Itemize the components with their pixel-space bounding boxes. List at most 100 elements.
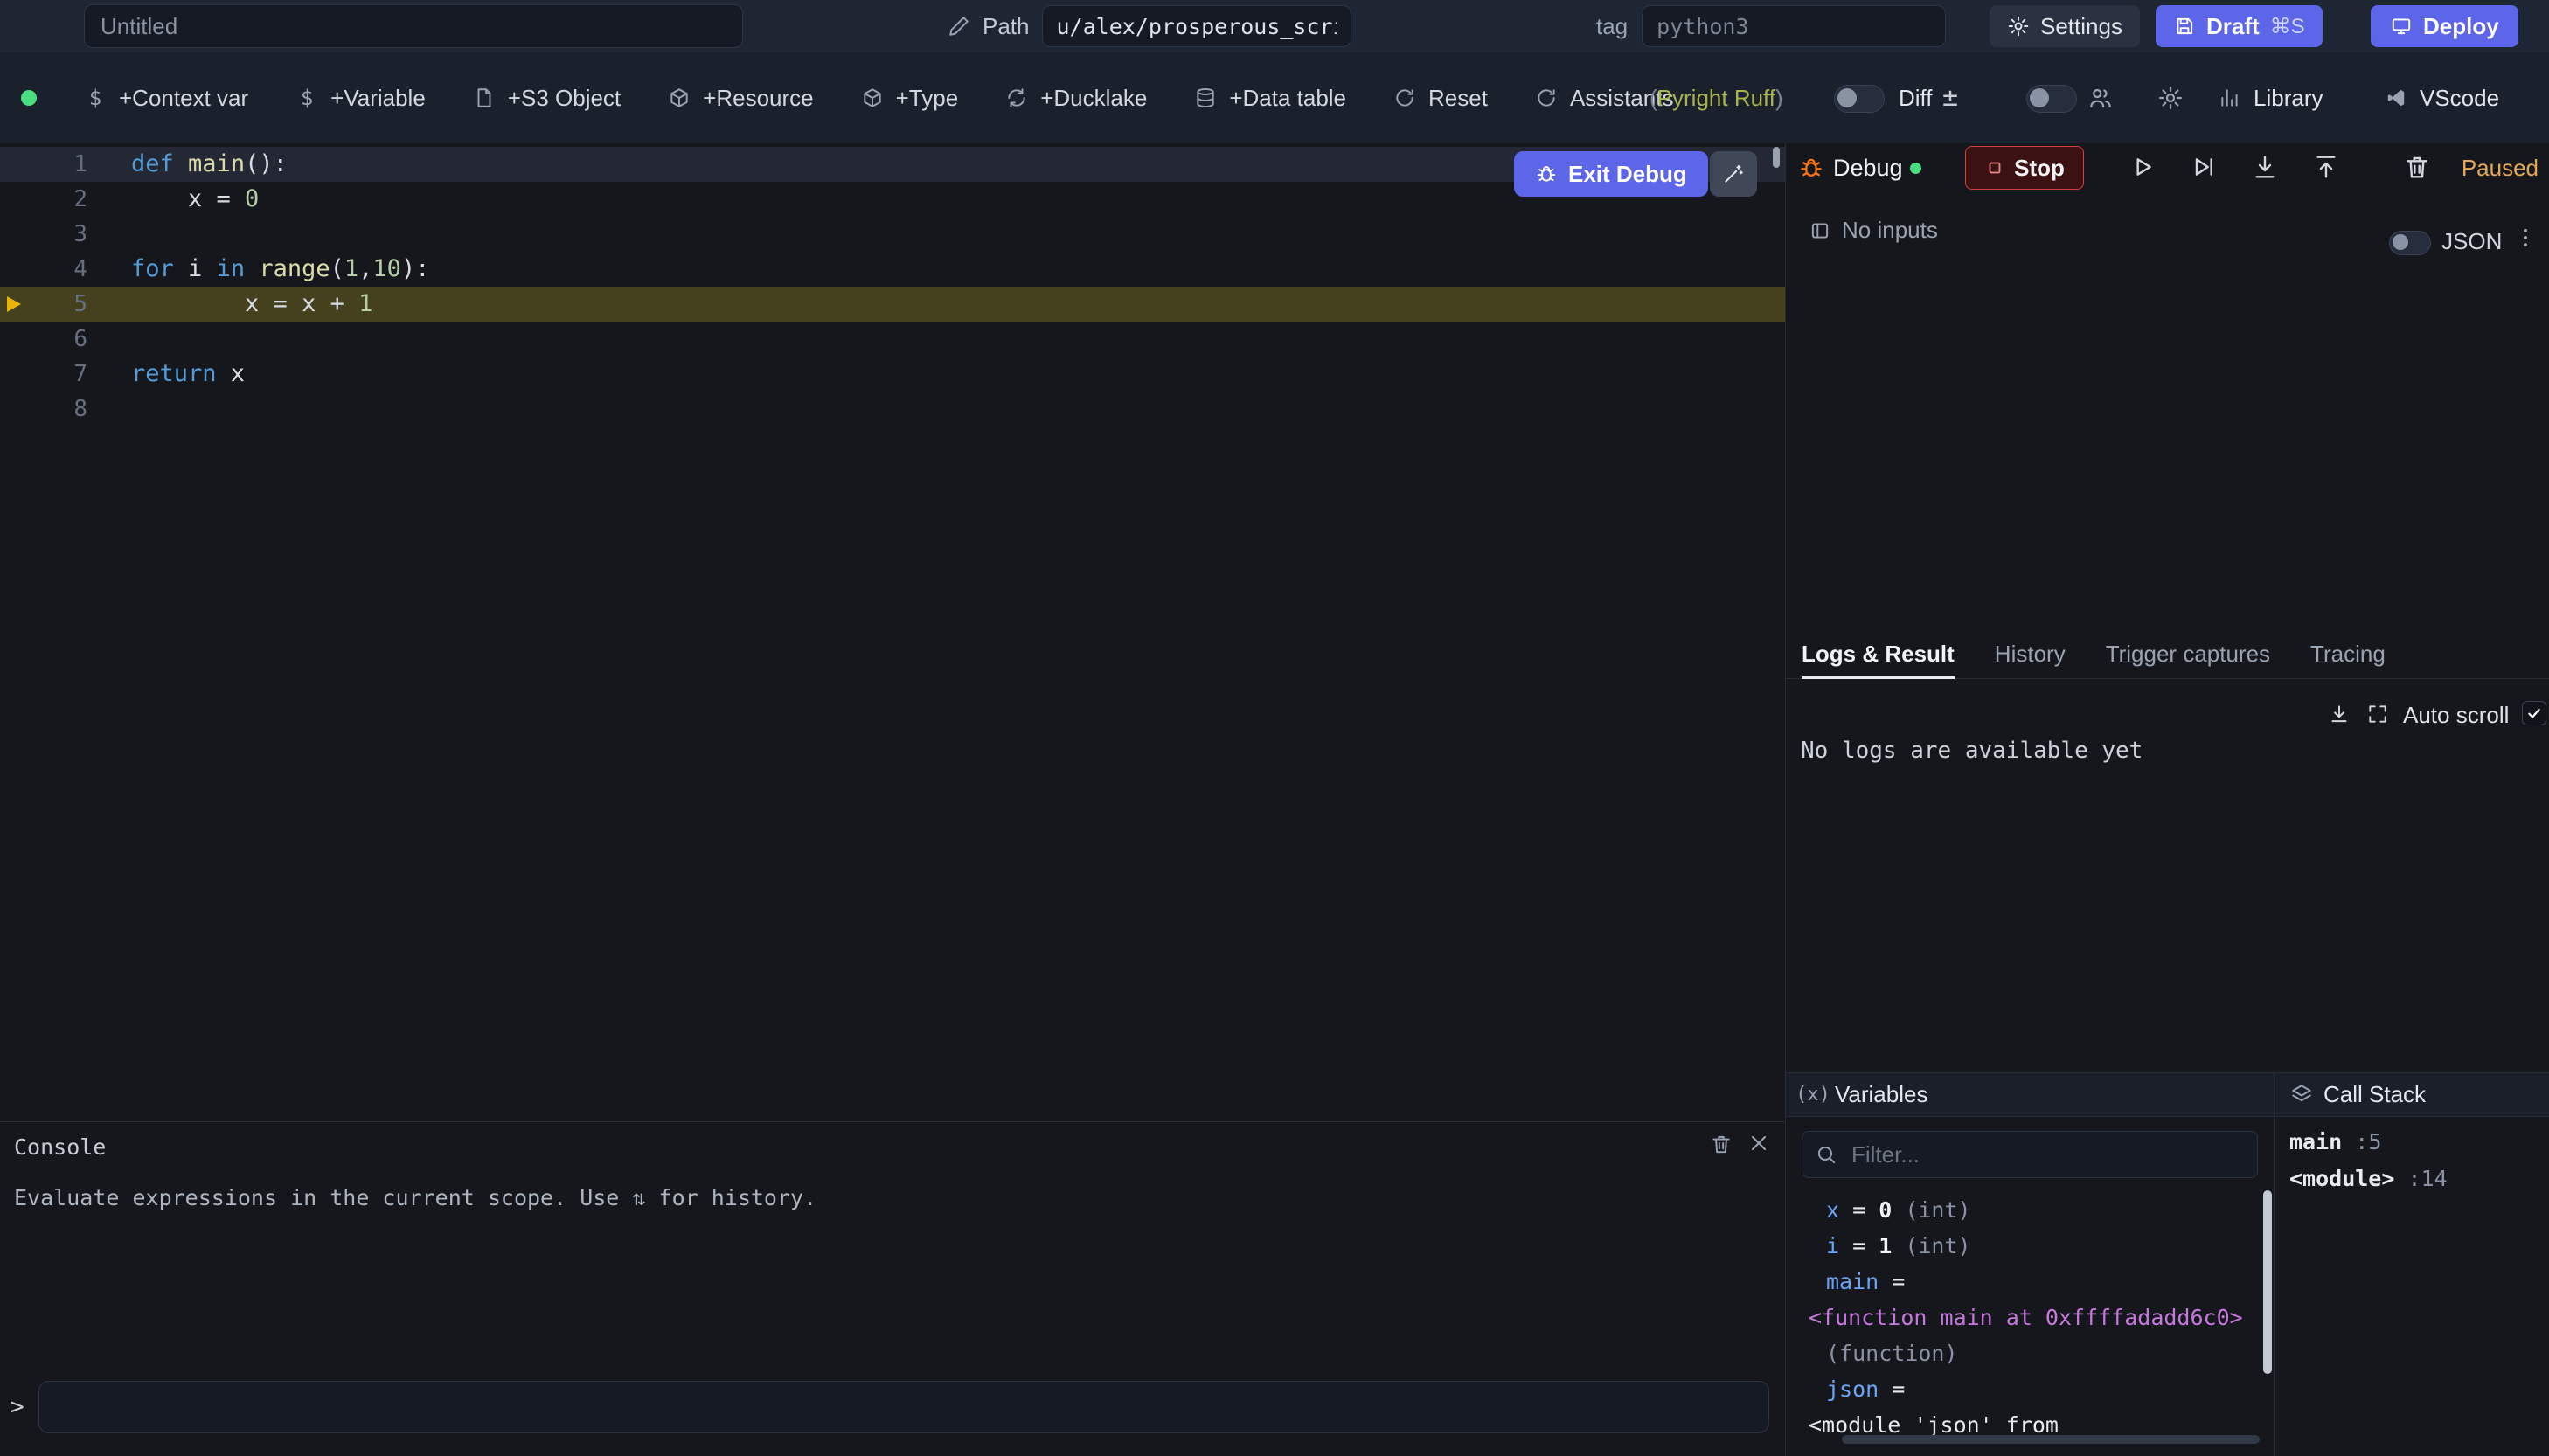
vscode-button[interactable]: VScode <box>2385 52 2499 143</box>
status-dot <box>21 90 37 106</box>
stop-icon <box>1984 157 2005 178</box>
settings-label: Settings <box>2040 13 2122 40</box>
code-line-3[interactable]: 3 <box>0 217 1785 252</box>
line-number[interactable]: 8 <box>0 392 98 426</box>
save-icon <box>2173 15 2196 38</box>
dollar-icon: $ <box>84 87 107 109</box>
settings-button[interactable]: Settings <box>1990 5 2140 47</box>
variable-row[interactable]: i = 1 (int) <box>1786 1228 2263 1264</box>
variables-scrollbar-horizontal[interactable] <box>1842 1435 2260 1444</box>
toolbar-button-type[interactable]: +Type <box>861 85 959 112</box>
auto-scroll-checkbox[interactable] <box>2522 701 2546 725</box>
line-number[interactable]: 2 <box>0 182 98 217</box>
console-close-icon[interactable] <box>1747 1131 1771 1155</box>
ai-wand-button[interactable] <box>1710 151 1757 197</box>
panel-divider <box>2274 1116 2275 1456</box>
debug-panel: Debug Stop Paused No inputs JSON Logs & … <box>1785 143 2549 1456</box>
dollar-icon: $ <box>295 87 318 109</box>
download-logs-icon[interactable] <box>2328 703 2351 725</box>
kebab-menu-icon[interactable] <box>2513 225 2538 250</box>
toolbar-button-resource[interactable]: +Resource <box>668 85 813 112</box>
code-line-6[interactable]: 6 <box>0 322 1785 357</box>
plus-minus-icon[interactable]: ± <box>1942 52 1958 143</box>
script-name-input[interactable] <box>84 4 743 48</box>
app-window: Path tag Settings Draft ⌘S Deploy $+Cont… <box>0 0 2549 1456</box>
toolbar: $+Context var $+Variable +S3 Object +Resour… <box>0 52 2549 143</box>
secondary-toggle[interactable] <box>2026 85 2077 113</box>
toolbar-button-data-table[interactable]: +Data table <box>1194 85 1346 112</box>
deploy-button[interactable]: Deploy <box>2371 5 2518 47</box>
deploy-icon <box>2390 15 2413 38</box>
tab-logs-result[interactable]: Logs & Result <box>1802 629 1955 678</box>
package-icon <box>668 87 691 109</box>
pencil-icon[interactable] <box>948 15 970 38</box>
draft-button[interactable]: Draft ⌘S <box>2156 5 2323 47</box>
variable-row[interactable]: x = 0 (int) <box>1786 1192 2263 1228</box>
line-number[interactable]: 4 <box>0 252 98 287</box>
tag-group: tag <box>1596 0 1946 52</box>
step-out-button[interactable] <box>2312 153 2340 181</box>
toolbar-button-label: +Type <box>896 85 959 112</box>
variables-scrollbar-vertical[interactable] <box>2263 1190 2272 1374</box>
package-icon <box>861 87 884 109</box>
code-text: x = x + 1 <box>98 287 372 322</box>
vscode-icon <box>2385 87 2407 109</box>
code-editor[interactable]: 1def main():2 x = 034for i in range(1,10… <box>0 143 1785 1121</box>
console-clear-icon[interactable] <box>1710 1133 1733 1155</box>
console-hint: Evaluate expressions in the current scop… <box>14 1185 816 1210</box>
continue-button[interactable] <box>2129 153 2157 181</box>
toolbar-button-label: +Resource <box>703 85 813 112</box>
tab-tracing[interactable]: Tracing <box>2310 629 2386 678</box>
diff-toggle[interactable] <box>1834 85 1885 113</box>
debug-title: Debug <box>1833 143 1903 192</box>
path-input[interactable] <box>1042 5 1351 47</box>
line-number[interactable]: 3 <box>0 217 98 252</box>
variable-row[interactable]: main = <box>1786 1264 2263 1300</box>
people-icon[interactable] <box>2087 85 2114 111</box>
tab-trigger-captures[interactable]: Trigger captures <box>2106 629 2270 678</box>
vscode-label: VScode <box>2420 85 2499 112</box>
lint-indicator: (Pyright Ruff) <box>1650 52 1783 143</box>
toolbar-button-variable[interactable]: $+Variable <box>295 85 426 112</box>
callstack-frame[interactable]: <module> :14 <box>2289 1161 2448 1197</box>
callstack-title: Call Stack <box>2323 1073 2426 1116</box>
toolbar-button-ducklake[interactable]: +Ducklake <box>1005 85 1147 112</box>
code-line-4[interactable]: 4for i in range(1,10): <box>0 252 1785 287</box>
json-toggle[interactable] <box>2389 231 2431 255</box>
toolbar-button-reset[interactable]: Reset <box>1393 85 1488 112</box>
line-number[interactable]: 1 <box>0 147 98 182</box>
library-button[interactable]: Library <box>2219 52 2323 143</box>
variable-row[interactable]: <function main at 0xffffadadd6c0> <box>1786 1300 2263 1335</box>
code-line-7[interactable]: 7return x <box>0 357 1785 392</box>
step-over-button[interactable] <box>2190 153 2218 181</box>
step-into-button[interactable] <box>2251 153 2279 181</box>
editor-scrollbar[interactable] <box>1773 147 1780 168</box>
code-text: def main(): <box>98 147 288 182</box>
code-line-5[interactable]: 5 x = x + 1 <box>0 287 1785 322</box>
gear-icon[interactable] <box>2157 85 2184 111</box>
stop-button[interactable]: Stop <box>1965 146 2084 190</box>
variable-row[interactable]: json = <box>1786 1371 2263 1407</box>
tag-input[interactable] <box>1642 5 1946 47</box>
console-input[interactable] <box>38 1381 1769 1433</box>
code-text <box>98 322 131 357</box>
json-label: JSON <box>2441 227 2502 255</box>
variables-header: (x) Variables <box>1786 1073 2274 1116</box>
variable-row[interactable]: (function) <box>1786 1335 2263 1371</box>
callstack-frame[interactable]: main :5 <box>2289 1124 2448 1161</box>
toolbar-button-context-var[interactable]: $+Context var <box>84 85 248 112</box>
code-line-8[interactable]: 8 <box>0 392 1785 426</box>
console-prompt: > <box>10 1381 24 1433</box>
toolbar-button-s3-object[interactable]: +S3 Object <box>473 85 621 112</box>
line-number[interactable]: 7 <box>0 357 98 392</box>
tab-history[interactable]: History <box>1995 629 2066 678</box>
debug-status: Paused <box>2462 143 2539 192</box>
variables-filter-input[interactable] <box>1802 1132 2257 1177</box>
tag-label: tag <box>1596 13 1628 40</box>
line-number[interactable]: 6 <box>0 322 98 357</box>
code-text: return x <box>98 357 245 392</box>
trash-button[interactable] <box>2403 153 2431 181</box>
callstack-header: Call Stack <box>2274 1073 2549 1116</box>
exit-debug-button[interactable]: Exit Debug <box>1514 151 1708 197</box>
expand-logs-icon[interactable] <box>2366 703 2389 725</box>
